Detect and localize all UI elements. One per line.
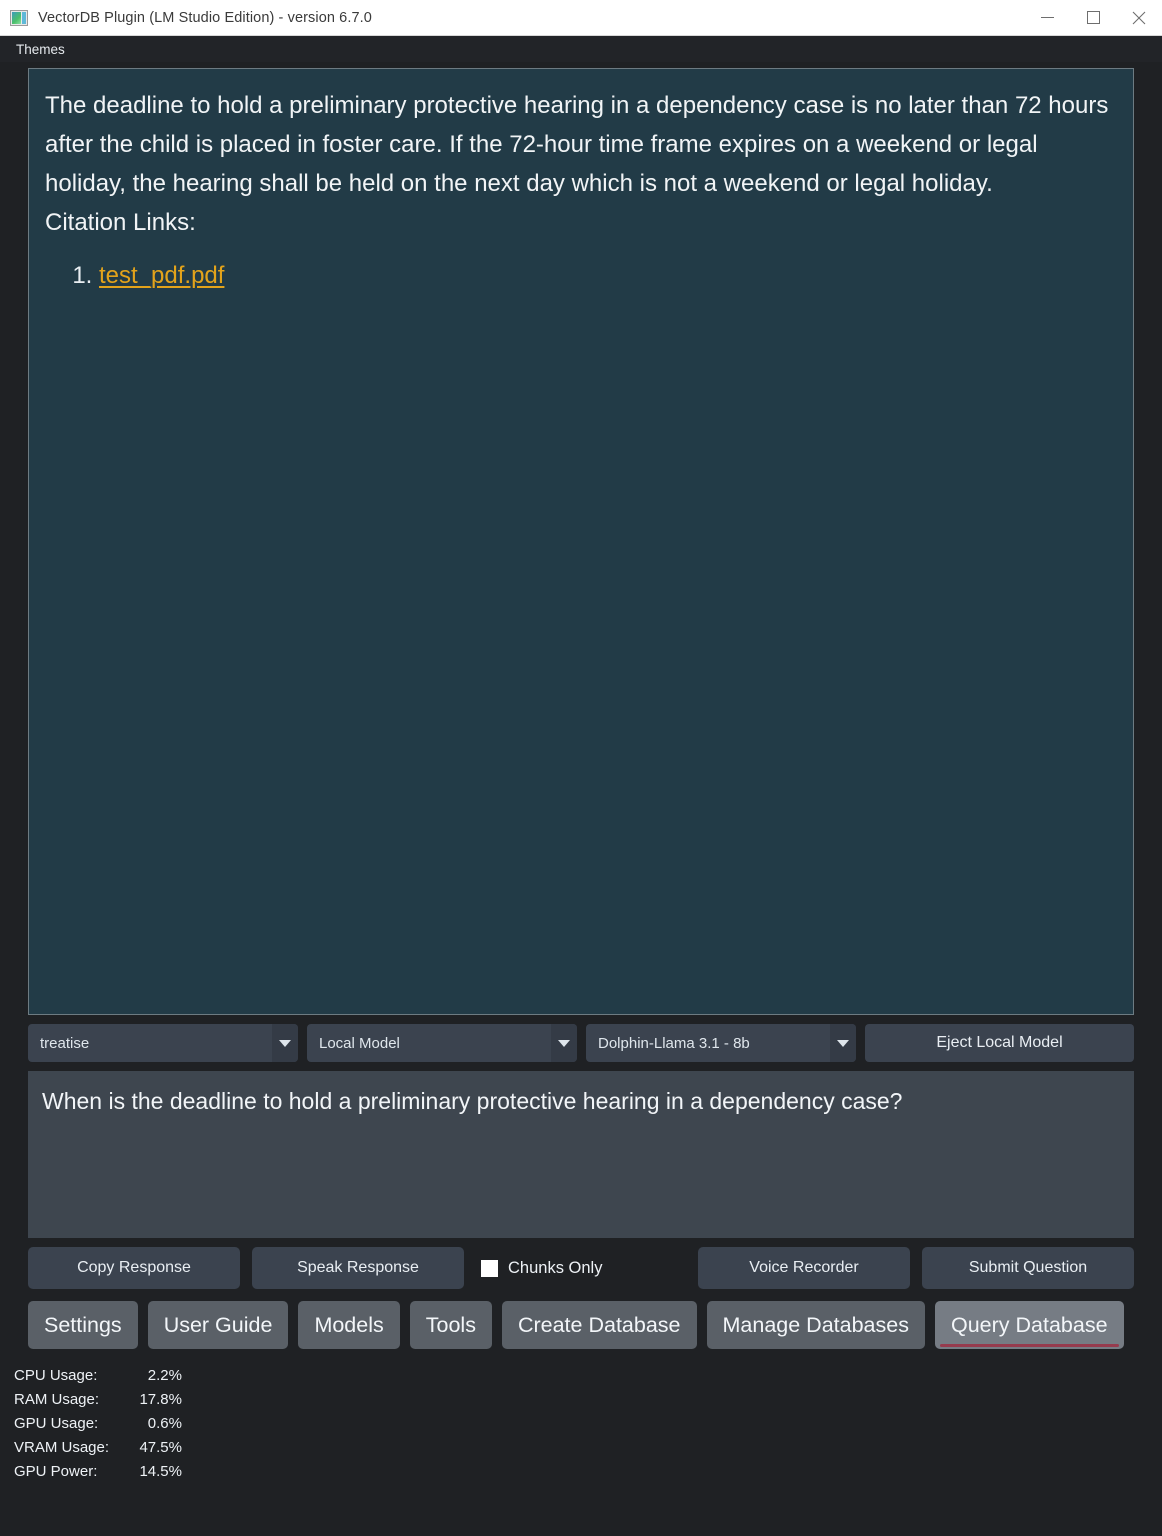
tab-tools[interactable]: Tools [409, 1301, 492, 1349]
response-text-block: The deadline to hold a preliminary prote… [45, 87, 1117, 295]
voice-recorder-button[interactable]: Voice Recorder [698, 1247, 910, 1289]
stat-track [182, 1366, 1134, 1384]
minimize-button[interactable] [1024, 0, 1070, 35]
citation-heading: Citation Links: [45, 208, 196, 236]
model-source-select-value: Local Model [319, 1034, 400, 1052]
stat-track [182, 1390, 1134, 1408]
list-item: test_pdf.pdf [99, 257, 1117, 296]
window-controls [1024, 0, 1162, 35]
stat-row-gpu-usage: GPU Usage: 0.6% [12, 1411, 1134, 1435]
stat-row-cpu-usage: CPU Usage: 2.2% [12, 1363, 1134, 1387]
tab-create-database[interactable]: Create Database [501, 1301, 697, 1349]
stat-label: VRAM Usage: [14, 1438, 110, 1456]
checkbox-box-icon[interactable] [481, 1259, 498, 1277]
stat-label: CPU Usage: [14, 1366, 98, 1384]
stat-value: 17.8% [139, 1390, 182, 1408]
system-stats-panel: CPU Usage: 2.2% RAM Usage: 17.8% GPU Usa… [12, 1363, 1134, 1483]
citation-link-test-pdf[interactable]: test_pdf.pdf [99, 262, 224, 289]
chevron-down-icon[interactable] [551, 1024, 577, 1062]
speak-response-button[interactable]: Speak Response [252, 1247, 464, 1289]
chevron-down-icon[interactable] [272, 1024, 298, 1062]
stat-track [182, 1414, 1134, 1432]
chevron-down-icon[interactable] [830, 1024, 856, 1062]
eject-local-model-button[interactable]: Eject Local Model [865, 1024, 1134, 1062]
submit-question-button[interactable]: Submit Question [922, 1247, 1134, 1289]
close-button[interactable] [1116, 0, 1162, 35]
chunks-only-checkbox[interactable]: Chunks Only [481, 1259, 602, 1278]
stat-row-ram-usage: RAM Usage: 17.8% [12, 1387, 1134, 1411]
menu-item-themes[interactable]: Themes [12, 40, 69, 59]
tab-user-guide[interactable]: User Guide [147, 1301, 289, 1349]
title-bar: VectorDB Plugin (LM Studio Edition) - ve… [0, 0, 1162, 36]
main-content: The deadline to hold a preliminary prote… [0, 62, 1162, 1536]
stat-value: 2.2% [147, 1366, 182, 1384]
stat-row-gpu-power: GPU Power: 14.5% [12, 1459, 1134, 1483]
stat-value: 0.6% [147, 1414, 182, 1432]
database-select[interactable]: treatise [28, 1024, 298, 1062]
selector-row: treatise Local Model Dolphin-Llama 3.1 -… [28, 1024, 1134, 1062]
copy-response-button[interactable]: Copy Response [28, 1247, 240, 1289]
maximize-button[interactable] [1070, 0, 1116, 35]
action-row: Copy Response Speak Response Chunks Only… [28, 1247, 1134, 1289]
stat-row-vram-usage: VRAM Usage: 47.5% [12, 1435, 1134, 1459]
chunks-only-label: Chunks Only [508, 1258, 603, 1277]
response-paragraph: The deadline to hold a preliminary prote… [45, 92, 1109, 197]
tab-models[interactable]: Models [298, 1301, 400, 1349]
response-output-pane[interactable]: The deadline to hold a preliminary prote… [28, 68, 1134, 1015]
tab-query-database[interactable]: Query Database [934, 1301, 1124, 1349]
stat-label: GPU Power: [14, 1462, 98, 1480]
tab-manage-databases[interactable]: Manage Databases [706, 1301, 925, 1349]
stat-label: RAM Usage: [14, 1390, 100, 1408]
model-select[interactable]: Dolphin-Llama 3.1 - 8b [586, 1024, 856, 1062]
tab-bar: Settings User Guide Models Tools Create … [28, 1301, 1134, 1349]
stat-value: 47.5% [139, 1438, 182, 1456]
stat-value: 14.5% [139, 1462, 182, 1480]
citation-list: test_pdf.pdf [45, 257, 1117, 296]
model-source-select[interactable]: Local Model [307, 1024, 577, 1062]
stat-label: GPU Usage: [14, 1414, 99, 1432]
stat-track [182, 1462, 1134, 1480]
menu-bar: Themes [0, 36, 1162, 62]
model-select-value: Dolphin-Llama 3.1 - 8b [598, 1034, 750, 1052]
database-select-value: treatise [40, 1034, 90, 1052]
stat-track [182, 1438, 1134, 1456]
window-title: VectorDB Plugin (LM Studio Edition) - ve… [38, 9, 372, 26]
question-input[interactable]: When is the deadline to hold a prelimina… [28, 1071, 1134, 1238]
tab-settings[interactable]: Settings [28, 1301, 138, 1349]
app-window-icon [10, 9, 28, 26]
